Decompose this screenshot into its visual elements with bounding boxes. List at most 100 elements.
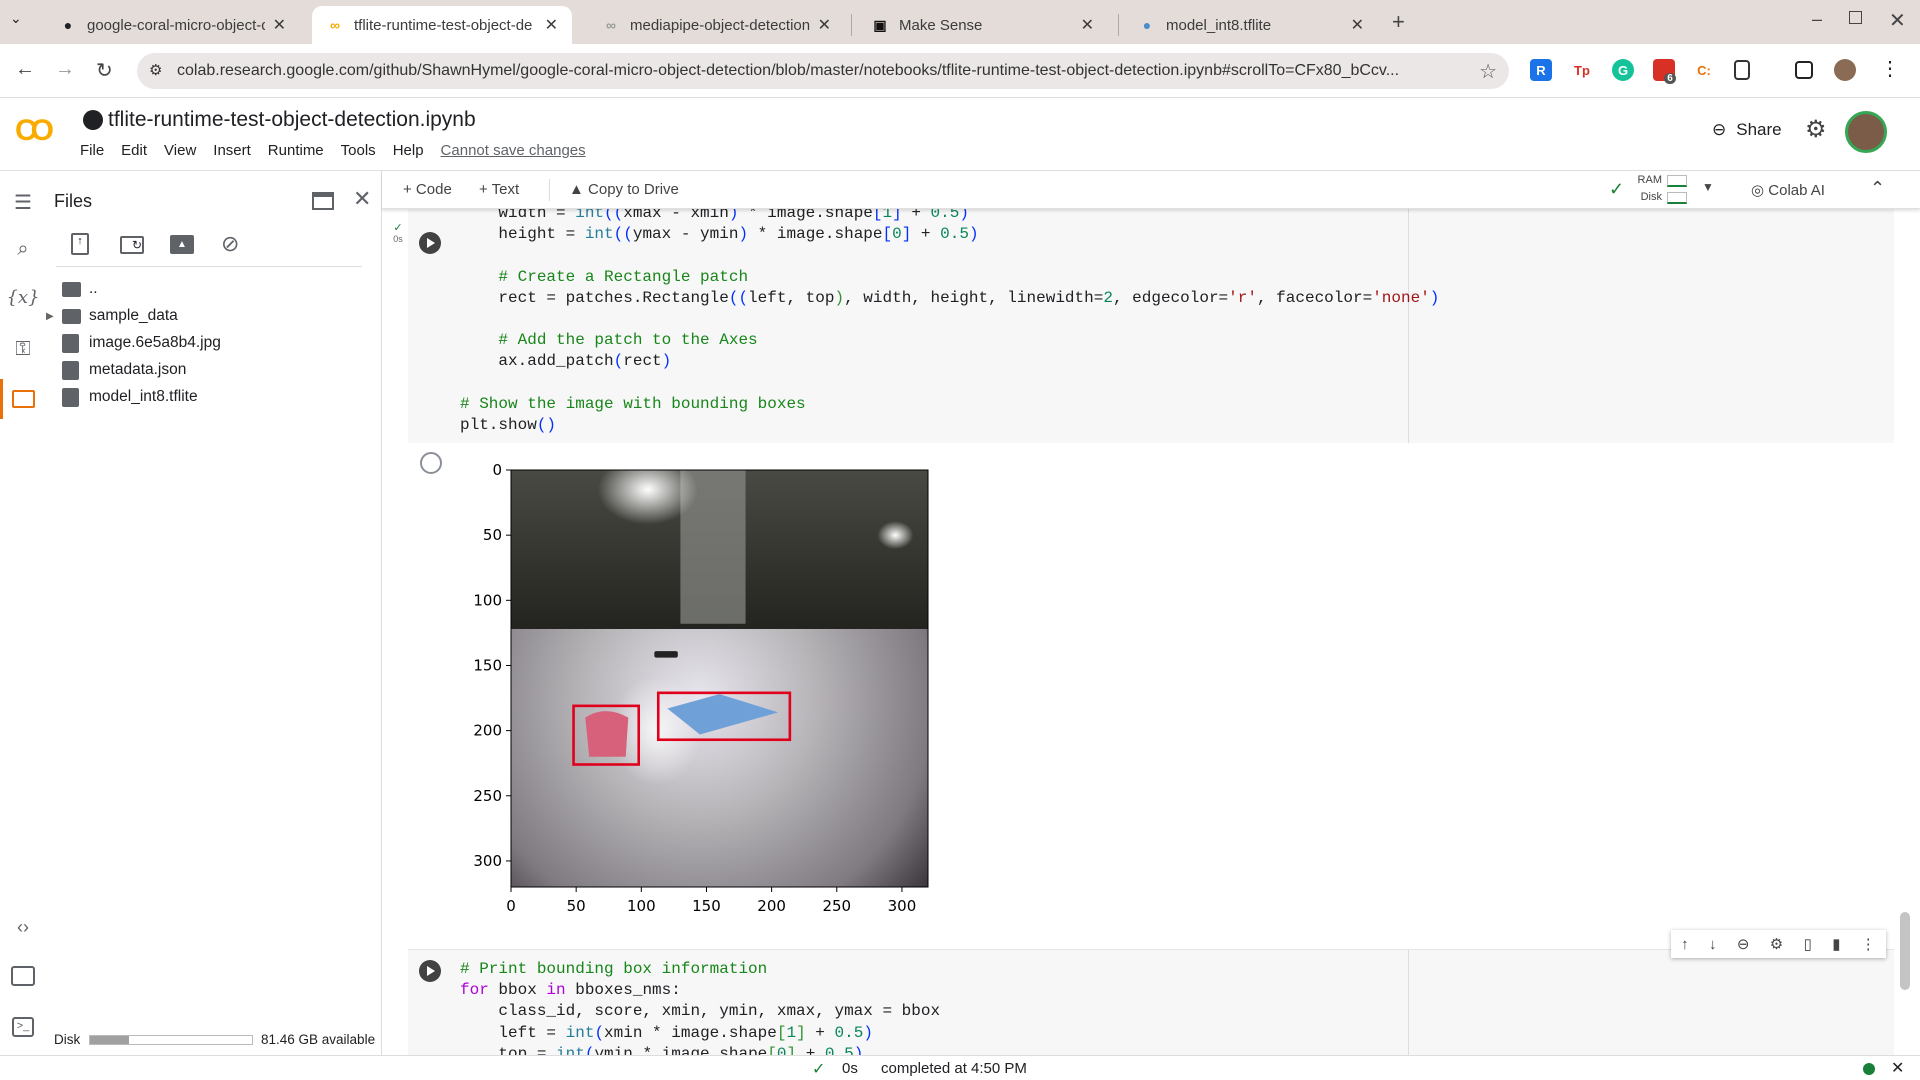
extension-icon[interactable]: R: [1530, 59, 1552, 81]
close-tab-icon[interactable]: ✕: [273, 15, 286, 35]
forward-icon[interactable]: →: [55, 58, 75, 81]
minimize-icon[interactable]: –: [1812, 9, 1822, 30]
cannot-save-link[interactable]: Cannot save changes: [441, 142, 586, 159]
globe-icon: ●: [1142, 17, 1152, 33]
scrollbar[interactable]: [1898, 209, 1912, 1055]
move-down-icon[interactable]: ↓: [1709, 936, 1717, 953]
code-editor[interactable]: # Print bounding box information for bbox…: [460, 959, 940, 1055]
close-tab-icon[interactable]: ✕: [545, 15, 558, 35]
close-window-icon[interactable]: ✕: [1889, 8, 1906, 33]
command-palette-icon[interactable]: [11, 966, 35, 986]
variables-icon[interactable]: {x}: [6, 287, 40, 313]
new-tab-button[interactable]: +: [1392, 9, 1405, 35]
address-bar[interactable]: ⚙ colab.research.google.com/github/Shawn…: [137, 53, 1509, 89]
scrollbar-thumb[interactable]: [1900, 912, 1910, 990]
code-cell[interactable]: width = int((xmax - xmin) * image.shape[…: [408, 209, 1894, 443]
extension-icon[interactable]: Tp: [1571, 59, 1593, 81]
mount-drive-icon[interactable]: ▲: [170, 235, 194, 254]
code-cell[interactable]: # Print bounding box information for bbox…: [408, 949, 1894, 1055]
tab-title: Make Sense: [899, 16, 983, 34]
terminal-icon[interactable]: >_: [12, 1017, 34, 1037]
browser-tab[interactable]: ● google-coral-micro-object-d ✕: [45, 6, 300, 44]
runtime-dropdown-icon[interactable]: ▼: [1702, 180, 1714, 194]
code-token: +: [796, 1044, 825, 1055]
file-tree-item[interactable]: metadata.json: [62, 359, 186, 381]
maximize-icon[interactable]: [1849, 11, 1862, 24]
browser-tab[interactable]: ● model_int8.tflite ✕: [1124, 6, 1378, 44]
close-tab-icon[interactable]: ✕: [818, 15, 831, 35]
code-editor[interactable]: width = int((xmax - xmin) * image.shape[…: [460, 209, 1439, 436]
notebook-title[interactable]: tflite-runtime-test-object-detection.ipy…: [108, 108, 476, 132]
code-line: for bbox in bboxes_nms:: [460, 980, 940, 1001]
settings-gear-icon[interactable]: ⚙: [1805, 115, 1827, 144]
back-icon[interactable]: ←: [15, 58, 35, 81]
browser-tab[interactable]: ▣ Make Sense ✕: [857, 6, 1108, 44]
resource-monitor[interactable]: RAM Disk: [1632, 172, 1662, 206]
move-up-icon[interactable]: ↑: [1681, 936, 1689, 953]
share-button[interactable]: ⊖ Share: [1712, 120, 1782, 140]
site-info-icon[interactable]: ⚙: [149, 61, 162, 79]
colab-ai-button[interactable]: ◎ Colab AI: [1751, 181, 1825, 199]
colab-logo[interactable]: CO: [15, 114, 54, 148]
open-in-tab-icon[interactable]: [312, 192, 334, 210]
delete-trash-icon[interactable]: ▮: [1832, 935, 1840, 953]
add-code-button[interactable]: + Code: [403, 181, 452, 198]
files-folder-icon[interactable]: [12, 390, 35, 408]
menu-help[interactable]: Help: [393, 142, 424, 159]
expand-arrow-icon[interactable]: ▶: [46, 311, 54, 322]
code-token: , width, height, linewidth=: [844, 288, 1104, 307]
menu-runtime[interactable]: Runtime: [268, 142, 324, 159]
run-cell-button[interactable]: [419, 232, 441, 254]
add-text-button[interactable]: + Text: [479, 181, 519, 198]
refresh-folder-icon[interactable]: ↻: [120, 236, 144, 254]
close-tab-icon[interactable]: ✕: [1351, 15, 1364, 35]
copy-label: Copy to Drive: [588, 181, 679, 198]
file-tree-item[interactable]: ▶ sample_data: [46, 305, 178, 327]
code-line: width = int((xmax - xmin) * image.shape[…: [460, 209, 1439, 224]
collapse-chevron-up-icon[interactable]: ⌃: [1870, 178, 1885, 199]
file-tree-item[interactable]: ..: [62, 278, 98, 300]
menu-edit[interactable]: Edit: [121, 142, 147, 159]
disk-label: Disk: [1640, 191, 1662, 203]
reload-icon[interactable]: ↻: [96, 58, 113, 83]
table-of-contents-icon[interactable]: ☰: [10, 190, 36, 216]
close-tab-icon[interactable]: ✕: [1081, 15, 1094, 35]
share-label: Share: [1736, 120, 1782, 139]
menu-file[interactable]: File: [80, 142, 104, 159]
menu-insert[interactable]: Insert: [213, 142, 251, 159]
search-icon[interactable]: ⌕: [10, 238, 36, 264]
file-tree-item[interactable]: image.6e5a8b4.jpg: [62, 332, 221, 354]
code-snippets-icon[interactable]: ‹›: [10, 917, 36, 943]
close-panel-icon[interactable]: ✕: [353, 186, 371, 212]
bookmark-star-icon[interactable]: ☆: [1479, 59, 1497, 84]
more-vert-icon[interactable]: ⋮: [1861, 935, 1876, 953]
side-panel-icon[interactable]: [1795, 61, 1813, 79]
hide-files-eye-icon[interactable]: ⊘: [221, 231, 239, 257]
user-avatar[interactable]: [1845, 111, 1887, 153]
ram-label: RAM: [1637, 174, 1662, 186]
profile-avatar[interactable]: [1834, 59, 1856, 81]
extensions-puzzle-icon[interactable]: [1734, 60, 1750, 80]
menu-tools[interactable]: Tools: [341, 142, 376, 159]
code-token: ((: [613, 225, 633, 244]
extension-icon[interactable]: 6: [1653, 59, 1676, 84]
browser-menu-icon[interactable]: ⋮: [1880, 56, 1900, 81]
link-icon[interactable]: ⊖: [1737, 935, 1750, 953]
upload-file-icon[interactable]: ↑: [71, 233, 89, 255]
secrets-key-icon[interactable]: ⚿: [10, 338, 36, 364]
tab-search-icon[interactable]: ⌄: [10, 10, 22, 27]
close-status-icon[interactable]: ✕: [1891, 1058, 1904, 1078]
settings-gear-icon[interactable]: ⚙: [1770, 935, 1783, 953]
browser-tab[interactable]: ∞ mediapipe-object-detection ✕: [588, 6, 845, 44]
run-cell-button[interactable]: [419, 960, 441, 982]
menu-view[interactable]: View: [164, 142, 196, 159]
grammarly-icon[interactable]: G: [1612, 59, 1634, 81]
copy-to-drive-button[interactable]: ▲ Copy to Drive: [569, 181, 679, 198]
extension-icon[interactable]: C:: [1693, 59, 1715, 81]
file-tree-item[interactable]: model_int8.tflite: [62, 386, 198, 408]
browser-tab[interactable]: ∞ tflite-runtime-test-object-de ✕: [312, 6, 572, 44]
mirror-cell-icon[interactable]: ▯: [1804, 935, 1812, 953]
code-token: xmax - xmin: [623, 209, 729, 222]
connection-status-dot: [1863, 1063, 1875, 1075]
